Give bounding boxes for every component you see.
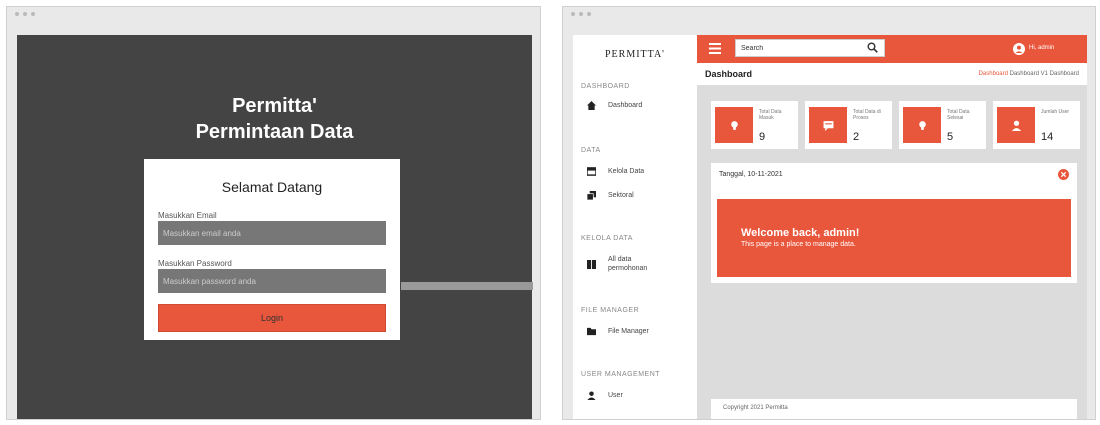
search-icon[interactable] xyxy=(867,42,878,53)
stat-card-data-masuk[interactable]: Total Data Masuk 9 xyxy=(711,101,798,149)
breadcrumb: Dashboard Dashboard V1 Dashboard xyxy=(979,71,1079,77)
window-titlebar xyxy=(7,7,540,21)
sidebar-item-label: Dashboard xyxy=(608,102,643,109)
banner-subtitle: This page is a place to manage data. xyxy=(741,241,856,248)
window-titlebar xyxy=(563,7,1095,21)
stat-value: 14 xyxy=(1041,131,1054,143)
password-label: Masukkan Password xyxy=(158,259,232,268)
app-title-line1: Permitta' xyxy=(232,95,317,117)
stat-label: Total Data Selesai xyxy=(947,109,970,121)
window-dot xyxy=(579,12,583,16)
stat-value: 5 xyxy=(947,131,954,143)
login-screen: Permitta' Permintaan Data Selamat Datang… xyxy=(17,35,533,419)
search-input[interactable] xyxy=(735,39,885,57)
page-header: Dashboard Dashboard Dashboard V1 Dashboa… xyxy=(697,63,1087,85)
lightbulb-icon xyxy=(903,107,941,143)
user-name[interactable]: Hi, admin xyxy=(1029,45,1054,51)
stat-label: Total Data Masuk xyxy=(759,109,782,121)
login-card: Selamat Datang Masukkan Email Masukkan P… xyxy=(144,159,400,340)
chat-icon xyxy=(809,107,847,143)
decorative-strip xyxy=(401,282,533,290)
close-icon[interactable] xyxy=(1058,169,1069,180)
welcome-title: Selamat Datang xyxy=(221,179,323,195)
window-dot xyxy=(587,12,591,16)
sidebar-item-label: Kelola Data xyxy=(608,168,645,175)
breadcrumb-rest: Dashboard V1 Dashboard xyxy=(1007,71,1079,77)
sidebar-item-label: All data permohonan xyxy=(608,256,648,272)
sidebar: PERMITTA' DASHBOARD Dashboard DATA Kelol… xyxy=(573,35,697,419)
stat-value: 2 xyxy=(853,131,860,143)
sidebar-item-sektoral[interactable]: Sektoral xyxy=(587,191,687,200)
window-dot xyxy=(15,12,19,16)
date-label: Tanggal, 10-11-2021 xyxy=(719,171,783,178)
user-avatar-icon[interactable] xyxy=(1013,43,1025,55)
sidebar-section-data: DATA xyxy=(581,147,601,154)
window-dot xyxy=(23,12,27,16)
page-title: Dashboard xyxy=(705,69,753,79)
home-icon xyxy=(587,101,596,110)
sidebar-section-dashboard: DASHBOARD xyxy=(581,83,630,90)
banner-title: Welcome back, admin! xyxy=(741,227,860,239)
email-field[interactable] xyxy=(158,221,386,245)
sidebar-item-label: Sektoral xyxy=(608,192,634,199)
copyright-text: Copyright 2021 Permitta xyxy=(723,405,788,411)
sidebar-item-dashboard[interactable]: Dashboard xyxy=(587,101,687,110)
app-title-line2: Permintaan Data xyxy=(195,121,354,143)
stat-label: Total Data di Proses xyxy=(853,109,881,121)
breadcrumb-active[interactable]: Dashboard xyxy=(979,71,1008,77)
window-dot xyxy=(31,12,35,16)
sidebar-item-all-data[interactable]: All data permohonan xyxy=(587,255,687,273)
book-icon xyxy=(587,259,596,269)
window-dot xyxy=(571,12,575,16)
user-icon xyxy=(997,107,1035,143)
folder-icon xyxy=(587,327,596,336)
stat-value: 9 xyxy=(759,131,766,143)
hamburger-menu-icon[interactable] xyxy=(709,43,721,54)
user-icon xyxy=(587,391,596,400)
copy-icon xyxy=(587,191,596,200)
lightbulb-icon xyxy=(715,107,753,143)
stat-label: Jumlah User xyxy=(1041,109,1070,115)
welcome-banner: Welcome back, admin! This page is a plac… xyxy=(717,199,1071,277)
database-icon xyxy=(587,167,596,176)
sidebar-item-label: File Manager xyxy=(608,328,649,335)
topbar: Hi, admin xyxy=(697,35,1087,63)
password-field[interactable] xyxy=(158,269,386,293)
login-window: Permitta' Permintaan Data Selamat Datang… xyxy=(6,6,541,420)
info-panel: Tanggal, 10-11-2021 Welcome back, admin!… xyxy=(711,163,1077,283)
login-button[interactable]: Login xyxy=(158,304,386,332)
stat-card-jumlah-user[interactable]: Jumlah User 14 xyxy=(993,101,1080,149)
sidebar-item-kelola-data[interactable]: Kelola Data xyxy=(587,167,687,176)
sidebar-item-label: User xyxy=(608,392,623,399)
sidebar-section-file-manager: FILE MANAGER xyxy=(581,307,640,314)
sidebar-section-kelola-data: KELOLA DATA xyxy=(581,235,633,242)
sidebar-item-user[interactable]: User xyxy=(587,391,687,400)
main-content: Hi, admin Dashboard Dashboard Dashboard … xyxy=(697,35,1087,419)
stat-card-data-proses[interactable]: Total Data di Proses 2 xyxy=(805,101,892,149)
footer: Copyright 2021 Permitta xyxy=(711,399,1077,419)
brand-logo: PERMITTA' xyxy=(604,49,665,60)
stat-card-data-selesai[interactable]: Total Data Selesai 5 xyxy=(899,101,986,149)
dashboard-window: PERMITTA' DASHBOARD Dashboard DATA Kelol… xyxy=(562,6,1096,420)
sidebar-item-file-manager[interactable]: File Manager xyxy=(587,327,687,336)
sidebar-section-user-management: USER MANAGEMENT xyxy=(581,371,661,378)
email-label: Masukkan Email xyxy=(158,211,217,220)
